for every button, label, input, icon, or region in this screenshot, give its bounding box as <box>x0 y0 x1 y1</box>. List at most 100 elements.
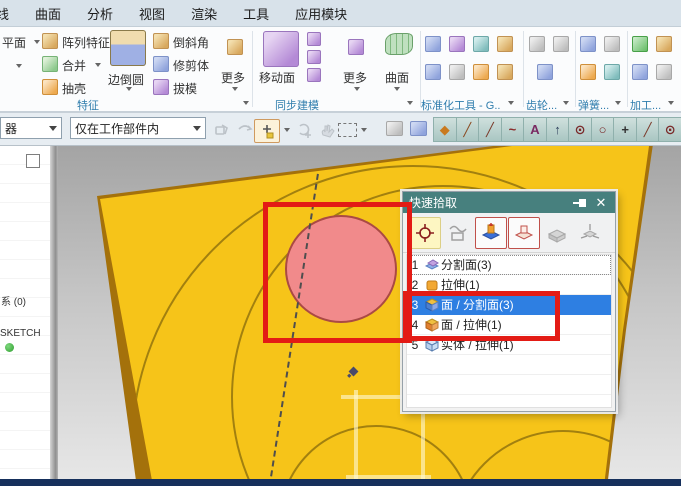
panel-splitter[interactable] <box>50 146 58 486</box>
pattern-feature-icon[interactable] <box>42 33 58 49</box>
more-features-dropdown-icon[interactable] <box>232 87 238 91</box>
menu-item-curve[interactable]: 线 <box>0 4 9 23</box>
machining-check-icon[interactable] <box>632 36 648 52</box>
snap-point-on-face-icon[interactable]: ⊙ <box>658 117 681 142</box>
more-sync-icon[interactable] <box>348 39 364 55</box>
spring-tool-icon-1[interactable] <box>580 36 596 52</box>
menu-item-analysis[interactable]: 分析 <box>87 4 113 23</box>
unite-button[interactable]: 合并 <box>62 57 86 74</box>
gear-tool-icon-1[interactable] <box>529 36 545 52</box>
filter-body-feature-button[interactable] <box>508 217 540 249</box>
features-group-dropdown-icon[interactable] <box>243 101 249 105</box>
chamfer-button[interactable]: 倒斜角 <box>173 34 209 51</box>
surface-dropdown-icon[interactable] <box>394 87 400 91</box>
menu-item-surface[interactable]: 曲面 <box>35 4 61 23</box>
pull-face-icon[interactable] <box>307 32 321 46</box>
snap-plus-dropdown-icon[interactable] <box>284 128 290 132</box>
snap-existing-point-icon[interactable]: + <box>613 117 637 142</box>
rotate-point-icon[interactable] <box>296 121 314 139</box>
spring-tool-icon-4[interactable] <box>604 64 620 80</box>
sync-group-dropdown-icon[interactable] <box>407 101 413 105</box>
draft-button[interactable]: 拔模 <box>173 80 197 97</box>
filter-all-button[interactable] <box>409 217 441 249</box>
std-tool-icon-6[interactable] <box>449 64 465 80</box>
more-sync-dropdown-icon[interactable] <box>354 87 360 91</box>
edge-blend-dropdown-icon[interactable] <box>126 87 132 91</box>
filter-component-button[interactable] <box>574 217 606 249</box>
rectangle-select-dropdown-icon[interactable] <box>361 128 367 132</box>
navigator-row-csys[interactable]: 系 (0) <box>1 293 26 308</box>
offset-region-icon[interactable] <box>307 50 321 64</box>
plane-button[interactable]: 平面 <box>2 34 26 51</box>
machining-group-dropdown-icon[interactable] <box>668 101 674 105</box>
selection-scope-combo[interactable]: 仅在工作部件内 <box>70 117 206 139</box>
snap-arc-center-icon[interactable]: ↑ <box>545 117 570 142</box>
shell-icon[interactable] <box>42 79 58 95</box>
machining-tool-icon-3[interactable] <box>632 64 648 80</box>
std-tool-icon-3[interactable] <box>473 36 489 52</box>
pattern-feature-button[interactable]: 阵列特征 <box>62 34 110 51</box>
more-sync-button[interactable]: 更多 <box>343 69 367 86</box>
selection-filter-combo[interactable]: 器 <box>0 117 62 139</box>
list-item-1[interactable]: 1 分割面(3) <box>407 255 611 275</box>
shaded-solid-icon[interactable] <box>386 121 403 136</box>
std-tool-icon-1[interactable] <box>425 36 441 52</box>
rectangle-select-icon[interactable] <box>338 123 357 137</box>
std-tool-icon-5[interactable] <box>425 64 441 80</box>
menu-item-render[interactable]: 渲染 <box>191 4 217 23</box>
std-tool-icon-8[interactable] <box>497 64 513 80</box>
quick-pick-titlebar[interactable]: 快速拾取 ✕ <box>403 192 615 213</box>
machining-tool-icon-2[interactable] <box>656 36 672 52</box>
filter-face-feature-button[interactable] <box>475 217 507 249</box>
menu-item-application[interactable]: 应用模块 <box>295 4 347 23</box>
machining-tool-icon-4[interactable] <box>656 64 672 80</box>
highlight-related-icon[interactable] <box>213 121 231 139</box>
std-tool-icon-2[interactable] <box>449 36 465 52</box>
snap-endpoint-icon[interactable]: ╱ <box>455 117 480 142</box>
filter-solid-button[interactable] <box>541 217 573 249</box>
navigator-checkbox[interactable] <box>26 154 40 168</box>
filter-wireframe-button[interactable] <box>442 217 474 249</box>
draft-icon[interactable] <box>153 79 169 95</box>
snap-point-on-curve-icon[interactable]: ╱ <box>635 117 660 142</box>
surface-button[interactable]: 曲面 <box>385 69 409 86</box>
unite-icon[interactable] <box>42 56 58 72</box>
move-face-button[interactable]: 移动面 <box>259 69 295 86</box>
std-tool-icon-7[interactable] <box>473 64 489 80</box>
pin-icon[interactable] <box>573 197 587 209</box>
snap-plus-button[interactable] <box>254 119 280 143</box>
datum-dropdown-icon[interactable] <box>16 64 22 68</box>
snap-midpoint-icon[interactable]: ╱ <box>478 117 502 142</box>
edge-blend-icon[interactable] <box>110 30 146 66</box>
snap-enable-icon[interactable]: ◆ <box>433 117 457 142</box>
more-features-icon[interactable] <box>227 39 243 55</box>
close-icon[interactable]: ✕ <box>593 195 609 211</box>
snap-solid-icon[interactable] <box>410 121 427 136</box>
more-features-button[interactable]: 更多 <box>221 69 245 86</box>
snap-curve-icon[interactable]: ~ <box>500 117 525 142</box>
replace-face-icon[interactable] <box>307 68 321 82</box>
edge-blend-button[interactable]: 边倒圆 <box>108 71 144 88</box>
gear-tool-icon-2[interactable] <box>553 36 569 52</box>
shell-button[interactable]: 抽壳 <box>62 80 86 97</box>
snap-quadrant-icon[interactable]: ○ <box>590 117 615 142</box>
gear-group-dropdown-icon[interactable] <box>563 101 569 105</box>
menu-item-view[interactable]: 视图 <box>139 4 165 23</box>
spring-tool-icon-3[interactable] <box>580 64 596 80</box>
select-previous-icon[interactable] <box>236 121 254 139</box>
snap-intersection-icon[interactable]: A <box>523 117 547 142</box>
chamfer-icon[interactable] <box>153 33 169 49</box>
trim-body-button[interactable]: 修剪体 <box>173 57 209 74</box>
spring-tool-icon-2[interactable] <box>604 36 620 52</box>
plane-dropdown-icon[interactable] <box>34 40 40 44</box>
std-group-dropdown-icon[interactable] <box>508 101 514 105</box>
unite-dropdown-icon[interactable] <box>95 63 101 67</box>
trim-body-icon[interactable] <box>153 56 169 72</box>
move-face-icon[interactable] <box>263 31 299 67</box>
navigator-row-sketch[interactable]: SKETCH <box>0 328 41 339</box>
snap-circle-center-icon[interactable]: ⊙ <box>568 117 592 142</box>
surface-icon[interactable] <box>385 33 413 55</box>
spring-group-dropdown-icon[interactable] <box>615 101 621 105</box>
hand-tool-icon[interactable] <box>318 121 336 139</box>
std-tool-icon-4[interactable] <box>497 36 513 52</box>
